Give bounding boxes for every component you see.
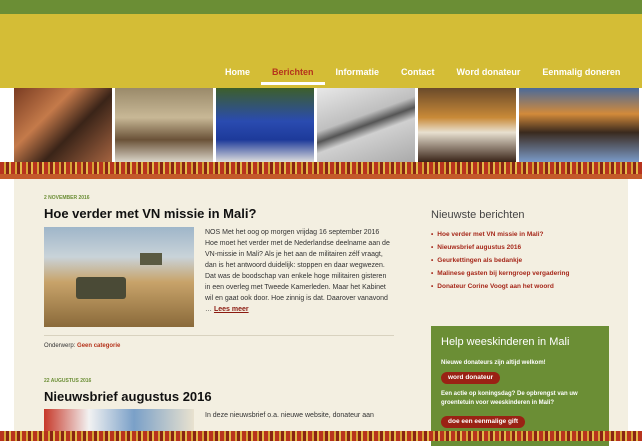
bell-tower-photo	[317, 88, 415, 162]
nav-contact[interactable]: Contact	[390, 66, 446, 82]
post-excerpt-text: NOS Met het oog op morgen vrijdag 16 sep…	[205, 229, 390, 313]
category-label: Onderwerp:	[44, 343, 76, 349]
donate-widget: Help weeskinderen in Mali Nieuwe donateu…	[431, 326, 609, 446]
category-link[interactable]: Geen categorie	[77, 343, 120, 349]
recent-posts-title: Nieuwste berichten	[431, 209, 525, 221]
donate-widget-text: Een actie op koningsdag? De opbrengst va…	[441, 391, 578, 406]
decorative-pattern-band-bottom	[0, 431, 642, 441]
armored-vehicle-shape	[76, 277, 126, 299]
recent-posts-list: Hoe verder met VN missie in Mali? Nieuws…	[431, 228, 611, 293]
read-more-link[interactable]: Lees meer	[214, 306, 249, 313]
recent-post-link[interactable]: Nieuwsbrief augustus 2016	[431, 241, 611, 254]
recent-post-link[interactable]: Geurkettingen als bedankje	[431, 254, 611, 267]
car-photo	[115, 88, 213, 162]
children-checkers-photo	[418, 88, 516, 162]
banner-photo-strip	[14, 88, 642, 162]
nav-informatie[interactable]: Informatie	[325, 66, 391, 82]
nav-eenmalig-doneren[interactable]: Eenmalig doneren	[531, 66, 631, 82]
post-thumbnail[interactable]	[44, 409, 194, 431]
post-category: Onderwerp: Geen categorie	[44, 343, 120, 349]
workshop-photo	[14, 88, 112, 162]
post-title[interactable]: Hoe verder met VN missie in Mali?	[44, 206, 256, 221]
main-nav: Home Berichten Informatie Contact Word d…	[214, 66, 631, 85]
nav-home[interactable]: Home	[214, 66, 261, 82]
recent-post-link[interactable]: Donateur Corine Voogt aan het woord	[431, 280, 611, 293]
post-thumbnail[interactable]	[44, 227, 194, 327]
students-blue-photo	[216, 88, 314, 162]
nav-word-donateur[interactable]: Word donateur	[446, 66, 532, 82]
eenmalige-gift-button[interactable]: doe een eenmalige gift	[441, 416, 526, 428]
recent-post-link[interactable]: Hoe verder met VN missie in Mali?	[431, 228, 611, 241]
divider	[44, 335, 394, 336]
donate-widget-title: Help weeskinderen in Mali	[441, 336, 570, 348]
post-excerpt: NOS Met het oog op morgen vrijdag 16 sep…	[205, 227, 393, 315]
post-date: 2 NOVEMBER 2016	[44, 195, 90, 201]
recent-post-link[interactable]: Malinese gasten bij kerngroep vergaderin…	[431, 267, 611, 280]
post-title[interactable]: Nieuwsbrief augustus 2016	[44, 389, 212, 404]
armored-vehicle-shape	[140, 253, 162, 265]
post-excerpt: In deze nieuwsbrief o.a. nieuwe website,…	[205, 412, 374, 419]
post-date: 22 AUGUSTUS 2016	[44, 378, 92, 384]
nav-berichten[interactable]: Berichten	[261, 66, 325, 85]
donate-widget-text: Nieuwe donateurs zijn altijd welkom!	[441, 360, 546, 366]
top-green-bar	[0, 0, 642, 14]
decorative-pattern-band	[0, 162, 642, 174]
word-donateur-button[interactable]: word donateur	[441, 372, 501, 384]
classroom-photo	[519, 88, 639, 162]
